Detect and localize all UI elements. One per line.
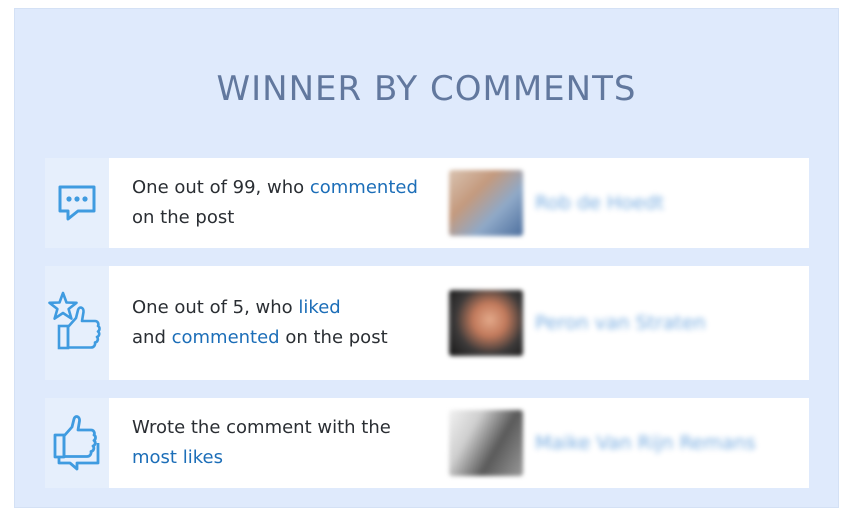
avatar[interactable] — [449, 410, 523, 476]
winner-row: One out of 5, who liked and commented on… — [45, 266, 809, 380]
winner-info[interactable]: Peron van Straten — [427, 266, 706, 380]
criteria-text-part: Wrote the comment with the — [132, 417, 391, 438]
winner-panel: WINNER BY COMMENTS One out of 99, who co… — [14, 8, 839, 508]
criteria-text: One out of 5, who liked and commented on… — [109, 266, 427, 380]
criteria-text-part: on the post — [132, 207, 235, 228]
criteria-text-part: One out of 99, who — [132, 177, 310, 198]
winner-row: One out of 99, who commented on the post… — [45, 158, 809, 248]
winner-row: Wrote the comment with the most likes Ma… — [45, 398, 809, 488]
criteria-highlight: commented — [171, 327, 280, 348]
criteria-highlight: commented — [309, 177, 418, 198]
criteria-text: One out of 99, who commented on the post — [109, 158, 427, 248]
criteria-text-part: One out of 5, who — [132, 297, 299, 318]
chat-bubble-icon — [45, 158, 109, 248]
thumbs-up-bubble-icon — [45, 398, 109, 488]
winner-info[interactable]: Maike Van Rijn Remans — [427, 398, 756, 488]
winner-name-link[interactable]: Rob de Hoedt — [535, 192, 664, 214]
winner-name-link[interactable]: Peron van Straten — [535, 312, 706, 334]
criteria-text-part: on the post — [279, 327, 388, 348]
criteria-text-part: and — [132, 327, 172, 348]
criteria-highlight: liked — [298, 297, 341, 318]
avatar[interactable] — [449, 170, 523, 236]
panel-title: WINNER BY COMMENTS — [216, 69, 637, 109]
winner-name-link[interactable]: Maike Van Rijn Remans — [535, 432, 756, 454]
avatar[interactable] — [449, 290, 523, 356]
star-thumbs-up-icon — [45, 266, 109, 380]
criteria-text: Wrote the comment with the most likes — [109, 398, 427, 488]
criteria-highlight: most likes — [132, 447, 223, 468]
winner-info[interactable]: Rob de Hoedt — [427, 158, 664, 248]
